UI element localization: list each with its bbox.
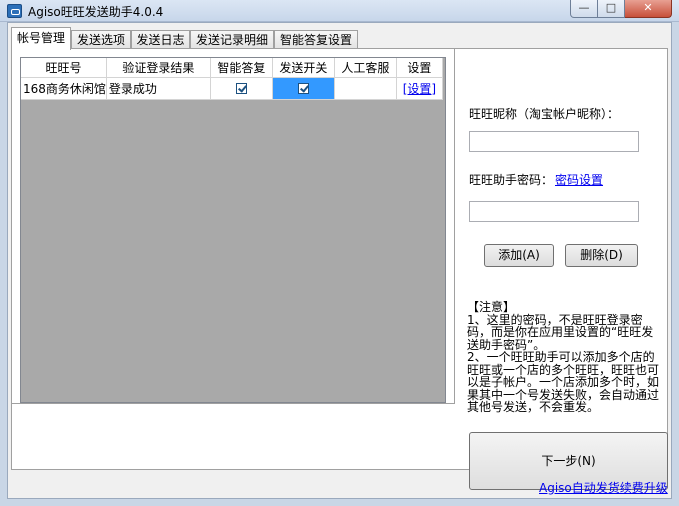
tab-send-log[interactable]: 发送日志: [131, 30, 190, 49]
cell-login-result[interactable]: 登录成功: [106, 77, 211, 100]
main-window-body: 帐号管理 发送选项 发送日志 发送记录明细 智能答复设置 旺旺号 验证登录结果 …: [7, 22, 672, 499]
nickname-label: 旺旺昵称（淘宝帐户昵称）：: [469, 107, 620, 121]
account-grid[interactable]: 旺旺号 验证登录结果 智能答复 发送开关 人工客服 设置 168商务休闲馆 登录…: [20, 57, 446, 403]
minimize-icon[interactable]: —: [570, 0, 598, 18]
horizontal-divider: [12, 403, 455, 404]
cell-manual-service[interactable]: [334, 77, 397, 100]
add-button[interactable]: 添加(A): [484, 244, 554, 267]
column-header-settings[interactable]: 设置: [396, 58, 443, 78]
settings-link[interactable]: [设置]: [403, 82, 436, 96]
nickname-input[interactable]: [469, 131, 639, 152]
password-input[interactable]: [469, 201, 639, 222]
column-header-account[interactable]: 旺旺号: [21, 58, 107, 78]
tab-send-record-detail[interactable]: 发送记录明细: [190, 30, 274, 49]
account-table: 旺旺号 验证登录结果 智能答复 发送开关 人工客服 设置 168商务休闲馆 登录…: [21, 58, 443, 100]
renew-upgrade-link[interactable]: Agiso自动发货续费升级: [539, 479, 668, 496]
app-icon: [7, 4, 22, 18]
cell-account[interactable]: 168商务休闲馆: [21, 77, 107, 100]
cell-smart-reply[interactable]: [210, 77, 273, 100]
notice-line-2: 2、一个旺旺助手可以添加多个店的旺旺或一个店的多个旺旺，旺旺也可以是子帐户。一个…: [467, 350, 660, 414]
vertical-divider: [454, 49, 455, 403]
smart-reply-checkbox[interactable]: [235, 83, 247, 94]
password-label: 旺旺助手密码：: [469, 173, 554, 187]
window-title: Agiso旺旺发送助手4.0.4: [28, 5, 164, 19]
column-header-send-switch[interactable]: 发送开关: [272, 58, 335, 78]
close-icon[interactable]: ✕: [625, 0, 672, 18]
column-header-smart-reply[interactable]: 智能答复: [210, 58, 273, 78]
tab-send-options[interactable]: 发送选项: [71, 30, 131, 49]
password-settings-link[interactable]: 密码设置: [555, 171, 603, 188]
table-row[interactable]: 168商务休闲馆 登录成功 [设置]: [21, 77, 443, 100]
tab-account-management[interactable]: 帐号管理: [11, 27, 71, 50]
delete-button[interactable]: 删除(D): [565, 244, 638, 267]
notice-text: 【注意】 1、这里的密码，不是旺旺登录密码，而是你在应用里设置的“旺旺发送助手密…: [467, 301, 663, 414]
cell-settings[interactable]: [设置]: [396, 77, 443, 100]
column-header-login-result[interactable]: 验证登录结果: [106, 58, 211, 78]
column-header-manual-service[interactable]: 人工客服: [334, 58, 397, 78]
notice-title: 【注意】: [467, 300, 516, 314]
cell-send-switch[interactable]: [272, 77, 335, 100]
send-switch-checkbox[interactable]: [297, 83, 309, 94]
title-bar: Agiso旺旺发送助手4.0.4 — □ ✕: [0, 0, 679, 22]
maximize-icon[interactable]: □: [598, 0, 625, 18]
notice-line-1: 1、这里的密码，不是旺旺登录密码，而是你在应用里设置的“旺旺发送助手密码”。: [467, 312, 654, 352]
tab-smart-reply-settings[interactable]: 智能答复设置: [274, 30, 358, 49]
tab-page-account-management: 旺旺号 验证登录结果 智能答复 发送开关 人工客服 设置 168商务休闲馆 登录…: [11, 48, 668, 490]
